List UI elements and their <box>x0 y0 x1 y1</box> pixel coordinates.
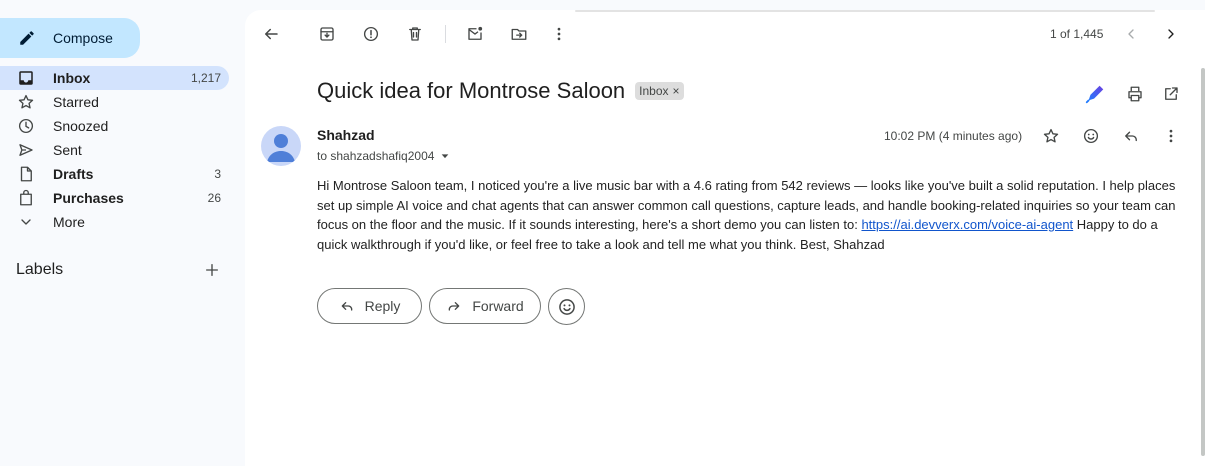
gemini-summarize-button[interactable] <box>1083 82 1107 106</box>
sidebar-item-starred[interactable]: Starred <box>0 90 229 114</box>
add-label-button[interactable] <box>202 260 222 280</box>
message-more-button[interactable] <box>1159 124 1183 148</box>
sidebar-item-label: Inbox <box>53 70 91 86</box>
sidebar-item-label: Starred <box>53 94 99 110</box>
message-time: 10:02 PM (4 minutes ago) <box>884 129 1023 143</box>
folder-move-icon <box>511 28 527 40</box>
report-spam-button[interactable] <box>359 22 383 46</box>
clock-icon <box>16 116 36 136</box>
sidebar-item-count: 3 <box>214 167 221 181</box>
sidebar-item-label: More <box>53 214 85 230</box>
chevron-down-icon <box>16 212 36 232</box>
mark-unread-button[interactable] <box>463 22 487 46</box>
delete-button[interactable] <box>403 22 427 46</box>
sender-avatar[interactable] <box>261 126 301 166</box>
sidebar-item-more[interactable]: More <box>0 210 229 234</box>
more-vert-icon <box>557 27 561 41</box>
pencil-icon <box>16 27 38 49</box>
label-chip-text: Inbox <box>639 84 669 98</box>
draft-icon <box>16 164 36 184</box>
labels-header: Labels <box>16 260 222 280</box>
more-vert-icon <box>1169 129 1173 143</box>
emoji-icon <box>558 298 575 315</box>
sidebar-item-label: Snoozed <box>53 118 109 134</box>
message-body: Hi Montrose Saloon team, I noticed you'r… <box>317 176 1177 254</box>
open-new-window-button[interactable] <box>1159 82 1183 106</box>
toolbar-divider <box>445 25 446 43</box>
message-view: 1 of 1,445 Quick idea for Montrose Saloo… <box>245 10 1205 466</box>
sidebar-item-purchases[interactable]: Purchases 26 <box>0 186 229 210</box>
sidebar-item-label: Drafts <box>53 166 94 182</box>
sidebar-item-sent[interactable]: Sent <box>0 138 229 162</box>
shopping-bag-icon <box>16 188 36 208</box>
forward-label: Forward <box>472 298 524 314</box>
sidebar-item-label: Sent <box>53 142 82 158</box>
sidebar-item-drafts[interactable]: Drafts 3 <box>0 162 229 186</box>
mail-dot-icon <box>468 26 483 40</box>
subject-row: Quick idea for Montrose Saloon Inbox × <box>317 78 684 104</box>
sidebar-item-label: Purchases <box>53 190 124 206</box>
compose-button[interactable]: Compose <box>0 18 140 58</box>
reply-icon-button[interactable] <box>1119 124 1143 148</box>
reply-icon <box>339 298 355 314</box>
demo-link[interactable]: https://ai.devverx.com/voice-ai-agent <box>861 217 1073 232</box>
newer-button[interactable] <box>1119 22 1143 46</box>
sidebar-item-inbox[interactable]: Inbox 1,217 <box>0 66 229 90</box>
label-chip-inbox[interactable]: Inbox × <box>635 82 684 100</box>
trash-icon <box>409 27 421 41</box>
star-icon <box>1043 128 1059 143</box>
email-subject: Quick idea for Montrose Saloon <box>317 78 626 103</box>
alert-icon <box>363 26 379 42</box>
chevron-right-icon <box>1168 29 1174 39</box>
print-icon <box>1128 86 1142 102</box>
scrollbar[interactable] <box>1201 68 1205 456</box>
back-button[interactable] <box>259 22 283 46</box>
archive-icon <box>320 27 334 41</box>
sidebar: Compose Inbox 1,217 Starred Snoozed Sent… <box>0 0 245 466</box>
search-bar-edge <box>575 10 1155 12</box>
open-in-new-icon <box>1165 87 1178 100</box>
reply-button[interactable]: Reply <box>317 288 422 324</box>
emoji-reaction-button[interactable] <box>548 288 585 325</box>
emoji-icon <box>1083 128 1099 144</box>
plus-icon <box>206 264 218 276</box>
arrow-left-icon <box>265 28 278 40</box>
sidebar-item-count: 1,217 <box>190 71 221 85</box>
forward-button[interactable]: Forward <box>429 288 541 324</box>
sidebar-item-count: 26 <box>207 191 221 205</box>
reply-label: Reply <box>364 298 401 314</box>
forward-icon <box>446 298 462 314</box>
send-icon <box>16 140 36 160</box>
recipient-line: to shahzadshafiq2004 <box>317 149 450 163</box>
chevron-left-icon <box>1128 29 1134 39</box>
remove-label-button[interactable]: × <box>673 84 680 98</box>
caret-down-icon <box>442 154 449 159</box>
recipient-text: to shahzadshafiq2004 <box>317 149 435 163</box>
sidebar-item-snoozed[interactable]: Snoozed <box>0 114 229 138</box>
print-button[interactable] <box>1123 82 1147 106</box>
pagination-count: 1 of 1,445 <box>1050 27 1104 41</box>
add-reaction-button[interactable] <box>1079 124 1103 148</box>
compose-label: Compose <box>53 30 113 46</box>
archive-button[interactable] <box>315 22 339 46</box>
star-button[interactable] <box>1039 124 1063 148</box>
more-options-button[interactable] <box>547 22 571 46</box>
person-icon <box>267 134 295 162</box>
message-toolbar: 1 of 1,445 <box>245 22 1205 46</box>
inbox-icon <box>16 68 36 88</box>
sender-name[interactable]: Shahzad <box>317 127 375 143</box>
sparkle-pen-icon <box>1085 85 1104 104</box>
labels-title: Labels <box>16 261 64 278</box>
show-details-button[interactable] <box>440 151 450 161</box>
move-to-button[interactable] <box>507 22 531 46</box>
older-button[interactable] <box>1159 22 1183 46</box>
star-icon <box>16 92 36 112</box>
reply-icon <box>1125 131 1137 142</box>
sidebar-nav: Inbox 1,217 Starred Snoozed Sent Drafts … <box>0 66 229 234</box>
